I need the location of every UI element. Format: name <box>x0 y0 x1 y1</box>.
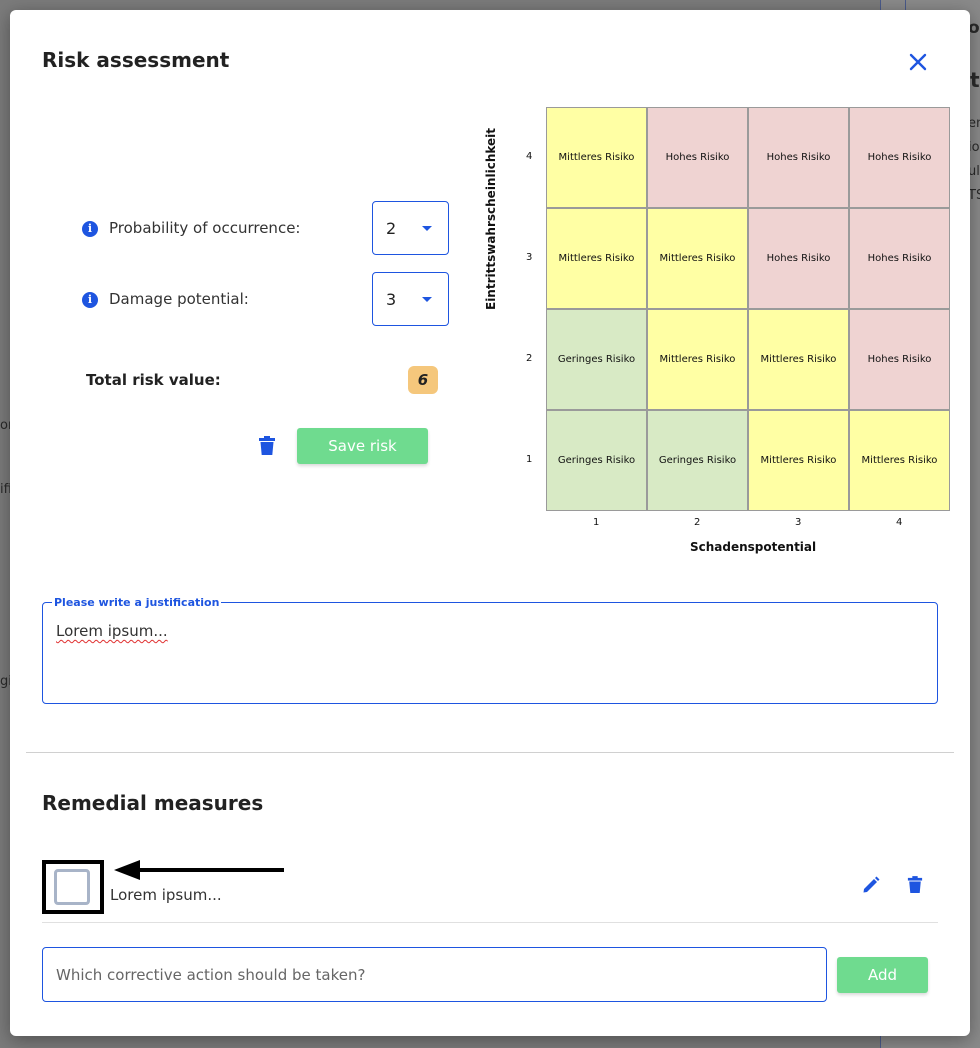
damage-select[interactable]: 3 <box>372 272 449 326</box>
matrix-cell: Hohes Risiko <box>849 309 950 410</box>
info-icon[interactable]: i <box>82 221 98 237</box>
delete-measure-button[interactable] <box>907 876 923 898</box>
trash-icon <box>907 876 923 893</box>
probability-label: Probability of occurrence: <box>109 219 301 237</box>
matrix-x-tick: 1 <box>593 517 600 528</box>
matrix-y-tick: 1 <box>526 454 533 465</box>
matrix-cell: Geringes Risiko <box>647 410 748 511</box>
matrix-x-tick: 4 <box>896 517 903 528</box>
section-divider <box>26 752 954 753</box>
total-risk-label: Total risk value: <box>86 371 221 389</box>
matrix-x-tick: 3 <box>795 517 802 528</box>
total-risk-badge: 6 <box>408 366 438 394</box>
damage-label: Damage potential: <box>109 290 249 308</box>
damage-value: 3 <box>386 290 397 309</box>
matrix-cell: Mittleres Risiko <box>647 309 748 410</box>
risk-matrix: Mittleres Risiko Hohes Risiko Hohes Risiko… <box>526 107 952 528</box>
corrective-action-input[interactable] <box>42 947 827 1002</box>
trash-icon <box>259 436 275 455</box>
risk-assessment-modal: Risk assessment i Probability of occurre… <box>10 10 970 1036</box>
matrix-x-tick: 2 <box>694 517 701 528</box>
delete-risk-button[interactable] <box>258 436 276 460</box>
matrix-cell: Geringes Risiko <box>546 410 647 511</box>
arrow-left-icon <box>114 860 284 880</box>
matrix-y-axis-title: Eintrittswahrscheinlichkeit <box>484 127 498 310</box>
matrix-cell: Mittleres Risiko <box>647 208 748 309</box>
matrix-cell: Hohes Risiko <box>748 107 849 208</box>
matrix-cell: Hohes Risiko <box>849 208 950 309</box>
justification-value[interactable]: Lorem ipsum... <box>56 622 168 640</box>
probability-field: i Probability of occurrence: 2 <box>82 201 452 257</box>
info-icon[interactable]: i <box>82 292 98 308</box>
damage-field: i Damage potential: 3 <box>82 272 452 328</box>
measure-checkbox[interactable] <box>54 869 90 905</box>
probability-value: 2 <box>386 219 397 238</box>
matrix-y-tick: 4 <box>526 151 533 162</box>
matrix-cell: Mittleres Risiko <box>546 208 647 309</box>
list-item: Lorem ipsum... <box>42 860 938 923</box>
probability-select[interactable]: 2 <box>372 201 449 255</box>
pencil-icon <box>863 876 880 893</box>
caret-down-icon <box>422 226 432 231</box>
matrix-cell: Hohes Risiko <box>748 208 849 309</box>
add-measure-button[interactable]: Add <box>837 957 928 993</box>
matrix-y-tick: 3 <box>526 252 533 263</box>
matrix-cell: Hohes Risiko <box>849 107 950 208</box>
matrix-cell: Hohes Risiko <box>647 107 748 208</box>
save-risk-button[interactable]: Save risk <box>297 428 428 464</box>
measure-text: Lorem ipsum... <box>110 886 222 904</box>
matrix-cell: Mittleres Risiko <box>849 410 950 511</box>
matrix-cell: Mittleres Risiko <box>748 309 849 410</box>
close-button[interactable] <box>906 50 930 74</box>
caret-down-icon <box>422 297 432 302</box>
matrix-x-axis-title: Schadenspotential <box>690 540 817 554</box>
remedial-measures-title: Remedial measures <box>42 791 264 815</box>
modal-title: Risk assessment <box>42 48 230 72</box>
checkbox-highlight <box>42 860 104 914</box>
matrix-cell: Mittleres Risiko <box>546 107 647 208</box>
close-icon <box>909 53 927 71</box>
matrix-cell: Mittleres Risiko <box>748 410 849 511</box>
justification-field[interactable] <box>42 602 938 704</box>
justification-label: Please write a justification <box>52 596 222 609</box>
background-text: t <box>970 68 980 92</box>
matrix-cell: Geringes Risiko <box>546 309 647 410</box>
matrix-y-tick: 2 <box>526 353 533 364</box>
edit-measure-button[interactable] <box>862 876 880 898</box>
